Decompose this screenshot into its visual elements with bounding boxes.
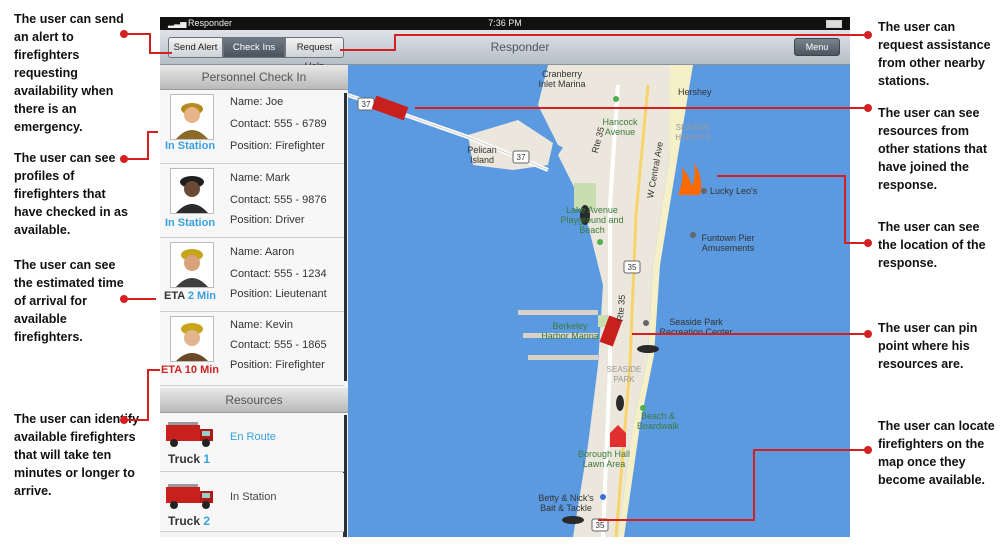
menu-button[interactable]: Menu [794,38,840,56]
person-contact: Contact: 555 - 9876 [230,194,327,206]
person-card[interactable]: ETA 2 Min Name: Aaron Contact: 555 - 123… [160,238,344,312]
eta-value: 2 Min [187,290,216,302]
map-label-beach: Beach & Boardwalk [636,411,680,431]
annotation-profiles: The user can see profiles of firefighter… [14,151,128,237]
map-label-hershey: Hershey [678,87,712,97]
annotation-send-alert: The user can send an alert to firefighte… [14,12,124,134]
map-label-berkeley: Berkeley Harbor Marina [541,321,599,341]
map-label-lucky: Lucky Leo's [710,186,758,196]
truck-row[interactable]: Truck 1 En Route [160,413,344,472]
person-card[interactable]: In Station Name: Mark Contact: 555 - 987… [160,164,344,238]
eta-value: 10 Min [184,364,220,376]
person-contact: Contact: 555 - 6789 [230,118,327,130]
truck-label: Truck 2 [168,514,210,528]
carrier-label: Responder [188,18,233,28]
map-label-seaside-park: Seaside Park Recreation Center [659,317,733,337]
person-card[interactable]: In Station Name: Joe Contact: 555 - 6789… [160,90,344,164]
map-label-funtown: Funtown Pier Amusements [701,233,755,253]
map-label-lake: Lake Avenue Playground and Beach [560,205,624,235]
shield-37a: 37 [361,100,371,109]
truck-name: Truck [168,514,201,528]
truck-number: 1 [203,452,211,466]
status-badge: ETA 2 Min [160,290,220,302]
annotation-locate-firefighters: The user can locate firefighters on the … [878,419,995,487]
person-contact: Contact: 555 - 1865 [230,339,327,351]
annotation-pin-resources: The user can pin point where his resourc… [878,321,978,371]
status-badge: In Station [160,140,220,152]
person-name: Name: Kevin [230,319,293,331]
annotation-eta: The user can see the estimated time of a… [14,258,124,344]
tab-check-ins[interactable]: Check Ins [223,37,285,58]
status-bar: ▂▃▅ Responder 7:36 PM [160,17,850,30]
person-position: Position: Firefighter [230,359,325,371]
tab-request-help[interactable]: Request Help [285,37,344,72]
map-view[interactable]: 37 37 35 35 Cranberry Inlet Marina Hersh… [348,65,850,537]
person-card[interactable]: ETA 10 Min Name: Kevin Contact: 555 - 18… [160,312,344,386]
person-contact: Contact: 555 - 1234 [230,268,327,280]
clock: 7:36 PM [488,18,522,28]
person-position: Position: Firefighter [230,140,325,152]
avatar [170,316,214,362]
truck-label: Truck 1 [168,452,210,466]
battery-icon [826,20,842,28]
fire-truck-icon [164,419,216,454]
map-label-betty: Betty & Nick's Bait & Tackle [538,493,594,513]
annotation-other-stations: The user can see resources from other st… [878,106,988,192]
eta-label: ETA [164,290,185,302]
map-label-borough: Borough Hall Lawn Area [577,449,631,469]
shield-35a: 35 [627,263,637,272]
nav-bar: Send Alert Check Ins Request Help Respon… [160,30,850,72]
map-label-seaside: SEASIDE PARK [606,365,642,384]
avatar [170,94,214,140]
personnel-header: Personnel Check In [160,65,348,90]
shield-35b: 35 [595,521,605,530]
signal-icon: ▂▃▅ [168,19,187,28]
fire-truck-icon [164,481,216,516]
avatar [170,242,214,288]
person-name: Name: Mark [230,172,290,184]
status-badge: ETA 10 Min [160,364,220,376]
annotation-response-location: The user can see the location of the res… [878,220,986,270]
status-text: In Station [164,140,216,152]
annotation-ten-minutes: The user can identify available firefigh… [14,412,140,498]
person-name: Name: Aaron [230,246,295,258]
map-label-pelican: Pelican Island [467,145,497,165]
truck-status: En Route [230,431,276,443]
app-frame: ▂▃▅ Responder 7:36 PM Send Alert Check I… [160,17,850,537]
shield-37b: 37 [516,153,526,162]
tab-send-alert[interactable]: Send Alert [168,37,223,58]
eta-label: ETA [160,364,182,376]
person-position: Position: Driver [230,214,305,226]
person-name: Name: Joe [230,96,284,108]
map-label-seaside-heights: SEASIDE HEIGHTS [675,123,711,142]
person-position: Position: Lieutenant [230,288,327,300]
left-panel: Personnel Check In In Station Name: Joe … [160,65,349,537]
resources-header: Resources [160,388,348,413]
truck-status: In Station [230,491,277,503]
truck-number: 2 [203,514,211,528]
truck-name: Truck [168,452,201,466]
status-badge: In Station [160,217,220,229]
annotation-request-help: The user can request assistance from oth… [878,20,991,88]
map-label-cranberry: Cranberry Inlet Marina [538,69,586,89]
avatar [170,168,214,214]
nav-title: Responder [490,40,550,54]
truck-row[interactable]: Truck 2 In Station [160,473,344,532]
status-text: In Station [164,217,216,229]
